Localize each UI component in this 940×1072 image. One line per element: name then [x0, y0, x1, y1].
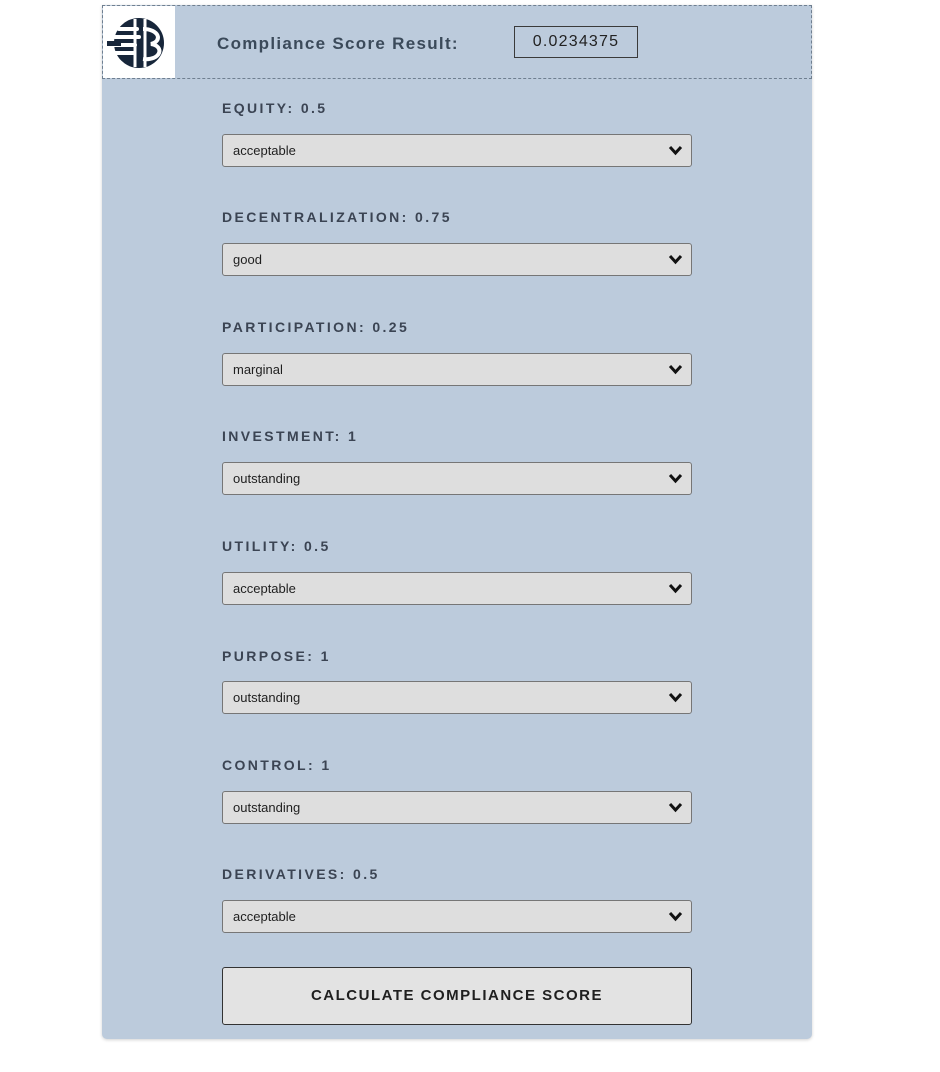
- result-label: Compliance Score Result:: [217, 34, 459, 53]
- crypto-rating-council-logo-icon: [107, 18, 164, 68]
- result-value: 0.0234375: [514, 26, 638, 58]
- purpose-select-value: outstanding: [233, 690, 301, 705]
- derivatives-select[interactable]: acceptable: [222, 900, 692, 933]
- calculate-compliance-score-button[interactable]: CALCULATE COMPLIANCE SCORE: [222, 967, 692, 1025]
- control-select-value: outstanding: [233, 800, 301, 815]
- participation-select[interactable]: marginal: [222, 353, 692, 386]
- investment-label: INVESTMENT: 1: [222, 428, 359, 444]
- equity-select[interactable]: acceptable: [222, 134, 692, 167]
- equity-label: EQUITY: 0.5: [222, 100, 328, 116]
- utility-select[interactable]: acceptable: [222, 572, 692, 605]
- decentralization-label: DECENTRALIZATION: 0.75: [222, 209, 452, 225]
- chevron-down-icon: [668, 473, 683, 484]
- purpose-label: PURPOSE: 1: [222, 648, 331, 664]
- chevron-down-icon: [668, 802, 683, 813]
- form-header: Compliance Score Result: 0.0234375: [102, 5, 812, 79]
- participation-select-value: marginal: [233, 362, 283, 377]
- derivatives-label: DERIVATIVES: 0.5: [222, 866, 380, 882]
- control-label: CONTROL: 1: [222, 757, 332, 773]
- utility-label: UTILITY: 0.5: [222, 538, 331, 554]
- chevron-down-icon: [668, 911, 683, 922]
- decentralization-select[interactable]: good: [222, 243, 692, 276]
- control-select[interactable]: outstanding: [222, 791, 692, 824]
- compliance-form-panel: Compliance Score Result: 0.0234375 EQUIT…: [102, 5, 812, 1039]
- participation-label: PARTICIPATION: 0.25: [222, 319, 410, 335]
- chevron-down-icon: [668, 692, 683, 703]
- logo: [103, 6, 175, 78]
- chevron-down-icon: [668, 145, 683, 156]
- chevron-down-icon: [668, 583, 683, 594]
- equity-select-value: acceptable: [233, 143, 296, 158]
- utility-select-value: acceptable: [233, 581, 296, 596]
- derivatives-select-value: acceptable: [233, 909, 296, 924]
- investment-select-value: outstanding: [233, 471, 301, 486]
- decentralization-select-value: good: [233, 252, 262, 267]
- chevron-down-icon: [668, 254, 683, 265]
- purpose-select[interactable]: outstanding: [222, 681, 692, 714]
- chevron-down-icon: [668, 364, 683, 375]
- investment-select[interactable]: outstanding: [222, 462, 692, 495]
